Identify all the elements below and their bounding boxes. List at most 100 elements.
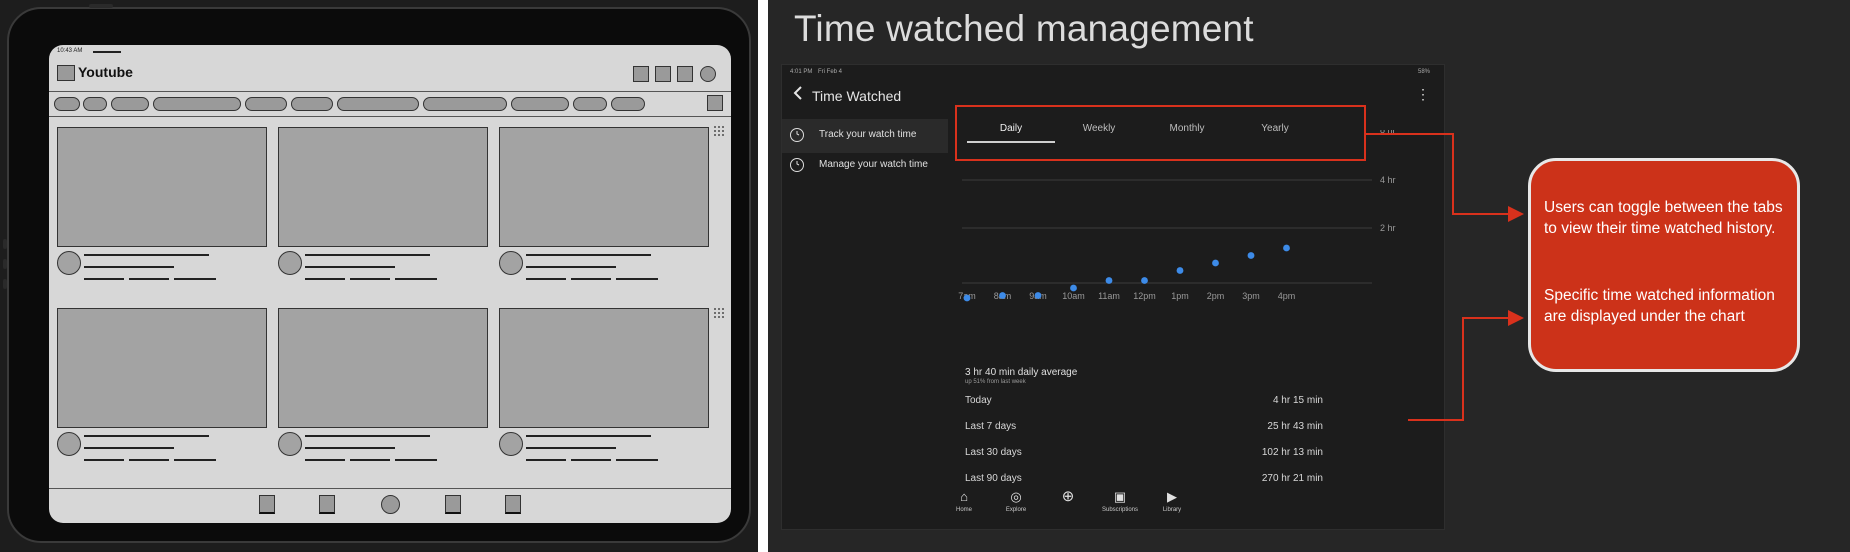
- chip[interactable]: [83, 97, 107, 111]
- video-title-line: [84, 447, 174, 449]
- tablet-side-button: [3, 279, 7, 289]
- video-thumbnail[interactable]: [57, 308, 267, 428]
- page-title: Time Watched: [812, 88, 902, 104]
- time-watched-chart: 2 hr4 hr8 hr7am8am9am10am11am12pm1pm2pm3…: [958, 130, 1396, 302]
- sidebar-item-track-watch-time[interactable]: Track your watch time: [782, 119, 948, 153]
- data-point[interactable]: [1176, 267, 1184, 274]
- x-tick-label: 2pm: [1207, 291, 1225, 301]
- video-card[interactable]: [57, 127, 267, 280]
- stat-value: 4 hr 15 min: [1272, 395, 1323, 406]
- video-meta-line: [616, 278, 658, 280]
- channel-avatar[interactable]: [57, 432, 81, 456]
- video-title-line: [526, 447, 616, 449]
- chip[interactable]: [245, 97, 287, 111]
- y-tick-label: 8 hr: [1380, 130, 1396, 135]
- chip[interactable]: [511, 97, 569, 111]
- data-point[interactable]: [1070, 284, 1077, 292]
- data-point[interactable]: [1034, 292, 1042, 299]
- video-title-line: [84, 435, 209, 437]
- nav-explore[interactable]: ◎ Explore: [986, 489, 1046, 513]
- channel-avatar[interactable]: [278, 251, 302, 275]
- chip[interactable]: [291, 97, 333, 111]
- video-card[interactable]: [499, 308, 709, 461]
- x-tick-label: 3pm: [1242, 291, 1260, 301]
- stat-label: Last 30 days: [965, 447, 1022, 458]
- video-meta-line: [129, 278, 169, 280]
- data-point[interactable]: [963, 294, 971, 302]
- video-thumbnail[interactable]: [57, 127, 267, 247]
- video-card[interactable]: [499, 127, 709, 280]
- stat-label: Last 90 days: [965, 473, 1022, 484]
- add-circle-icon: ⊕: [1061, 488, 1075, 505]
- subscriptions-icon: ▣: [1113, 489, 1127, 504]
- video-meta-line: [526, 459, 566, 461]
- video-meta-line: [395, 459, 437, 461]
- wireframe-screen: 10:43 AM Youtube: [49, 45, 731, 523]
- back-button[interactable]: [792, 85, 804, 105]
- x-tick-label: 12pm: [1133, 291, 1156, 301]
- chip[interactable]: [337, 97, 419, 111]
- channel-avatar[interactable]: [57, 251, 81, 275]
- explore-icon[interactable]: [319, 495, 335, 514]
- wireframe-top-bar: Youtube: [49, 57, 731, 92]
- nav-library[interactable]: ▶ Library: [1142, 489, 1202, 513]
- video-title-line: [526, 435, 651, 437]
- y-tick-label: 2 hr: [1380, 223, 1396, 233]
- more-vert-icon[interactable]: ⋮: [1416, 87, 1430, 101]
- chip[interactable]: [153, 97, 241, 111]
- video-card[interactable]: [278, 127, 488, 280]
- grid-icon: [713, 125, 725, 137]
- subscriptions-icon[interactable]: [445, 495, 461, 514]
- data-point[interactable]: [1212, 259, 1219, 267]
- channel-avatar[interactable]: [499, 432, 523, 456]
- data-point[interactable]: [1283, 244, 1290, 252]
- home-icon[interactable]: [259, 495, 275, 514]
- data-point[interactable]: [1247, 252, 1255, 259]
- tablet-side-button: [3, 259, 7, 269]
- video-meta-line: [350, 278, 390, 280]
- nav-label: Home: [955, 507, 972, 513]
- data-point[interactable]: [1141, 277, 1148, 284]
- chip[interactable]: [573, 97, 607, 111]
- stat-value: 102 hr 13 min: [1261, 447, 1323, 458]
- annotation-text-2: Specific time watched information are di…: [1544, 287, 1775, 325]
- cast-icon[interactable]: [633, 66, 649, 82]
- data-point[interactable]: [999, 292, 1006, 299]
- video-thumbnail[interactable]: [278, 127, 488, 247]
- sidebar-item-manage-watch-time[interactable]: Manage your watch time: [782, 149, 948, 183]
- video-card[interactable]: [278, 308, 488, 461]
- sidebar-item-label: Manage your watch time: [819, 159, 928, 170]
- x-tick-label: 10am: [1062, 291, 1085, 301]
- video-thumbnail[interactable]: [499, 127, 709, 247]
- video-thumbnail[interactable]: [499, 308, 709, 428]
- video-title-line: [305, 447, 395, 449]
- search-icon[interactable]: [677, 66, 693, 82]
- timer-add-icon: [790, 158, 804, 172]
- data-point[interactable]: [1105, 277, 1113, 284]
- nav-home[interactable]: ⌂ Home: [934, 489, 994, 513]
- video-card[interactable]: [57, 308, 267, 461]
- video-meta-line: [526, 278, 566, 280]
- chip[interactable]: [611, 97, 645, 111]
- video-meta-line: [129, 459, 169, 461]
- x-tick-label: 11am: [1098, 291, 1120, 301]
- nav-subscriptions[interactable]: ▣ Subscriptions: [1090, 489, 1150, 513]
- add-icon[interactable]: [381, 495, 400, 514]
- channel-avatar[interactable]: [499, 251, 523, 275]
- video-thumbnail[interactable]: [278, 308, 488, 428]
- annotation-callout: Users can toggle between the tabs to vie…: [1528, 158, 1800, 372]
- chip-filter-icon[interactable]: [707, 95, 723, 111]
- chip[interactable]: [111, 97, 149, 111]
- notifications-icon[interactable]: [655, 66, 671, 82]
- x-tick-label: 1pm: [1171, 291, 1189, 301]
- chip[interactable]: [423, 97, 507, 111]
- avatar[interactable]: [700, 66, 716, 82]
- channel-avatar[interactable]: [278, 432, 302, 456]
- library-icon[interactable]: [505, 495, 521, 514]
- tablet-frame: 10:43 AM Youtube: [3, 4, 751, 543]
- video-meta-line: [84, 278, 124, 280]
- nav-create[interactable]: ⊕: [1038, 489, 1098, 505]
- slide-title: Time watched management: [794, 8, 1254, 49]
- wireframe-app-title: Youtube: [78, 64, 133, 80]
- chip[interactable]: [54, 97, 80, 111]
